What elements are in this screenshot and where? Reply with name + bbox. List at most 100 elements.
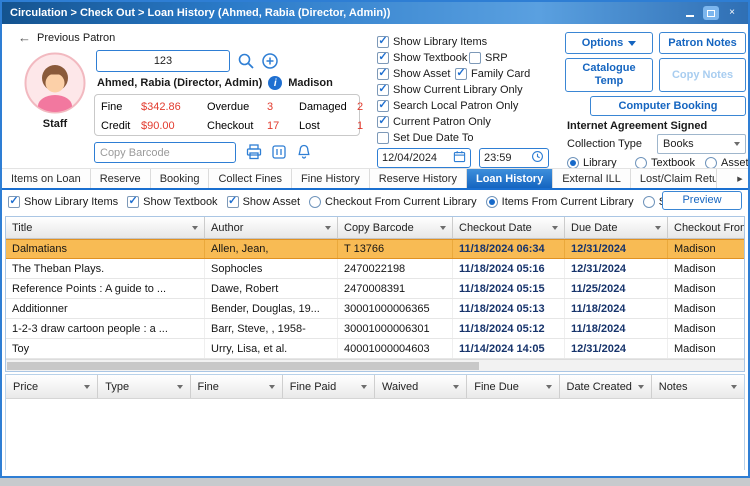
scrollbar-thumb[interactable]: [7, 362, 479, 370]
cell-title: Additionner: [6, 299, 205, 318]
credit-label: Credit: [101, 120, 141, 132]
frame-icon[interactable]: [269, 142, 289, 162]
filter-dropdown-icon[interactable]: [177, 385, 183, 389]
filter-dropdown-icon[interactable]: [269, 385, 275, 389]
radio-icon: [486, 196, 498, 208]
tab-lost-claim-return[interactable]: Lost/Claim Retur: [631, 169, 717, 188]
filter-dropdown-icon[interactable]: [361, 385, 367, 389]
tab-fine-history[interactable]: Fine History: [292, 169, 370, 188]
filter-checkout-from-current-library[interactable]: Checkout From Current Library: [309, 196, 477, 208]
damaged-value: 2: [357, 101, 363, 113]
copy-notes-button[interactable]: Copy Notes: [659, 58, 746, 92]
cell-checkout-from: Madison: [668, 319, 744, 338]
computer-booking-button[interactable]: Computer Booking: [590, 96, 746, 116]
checkbox-family-card[interactable]: ✓ Family Card: [455, 68, 530, 80]
fines-empty-area: [6, 399, 744, 478]
checkbox-label: Show Library Items: [393, 36, 487, 48]
column-header-author[interactable]: Author: [205, 217, 338, 239]
table-row[interactable]: Toy Urry, Lisa, et al. 40001000004603 11…: [6, 339, 744, 359]
sort-icon: [552, 226, 558, 230]
minimize-button[interactable]: [682, 6, 698, 20]
add-patron-icon[interactable]: [260, 51, 280, 71]
column-header-waived[interactable]: Waived: [375, 375, 467, 398]
column-header-date-created[interactable]: Date Created: [560, 375, 652, 398]
column-header-checkout-date[interactable]: Checkout Date: [453, 217, 565, 239]
options-button[interactable]: Options: [565, 32, 653, 54]
tab-external-ill[interactable]: External ILL: [553, 169, 631, 188]
column-header-fine-due[interactable]: Fine Due: [467, 375, 559, 398]
table-row[interactable]: Additionner Bender, Douglas, 19... 30001…: [6, 299, 744, 319]
filter-items-from-current-library[interactable]: Items From Current Library: [486, 196, 634, 208]
checkbox-icon: ✓: [227, 196, 239, 208]
filter-show-textbook[interactable]: ✓ Show Textbook: [127, 196, 217, 208]
collection-type-select[interactable]: Books: [657, 134, 746, 154]
column-header-price[interactable]: Price: [6, 375, 98, 398]
checkbox-icon: ✓: [455, 68, 467, 80]
back-arrow-icon: ←: [18, 30, 31, 45]
column-header-notes[interactable]: Notes: [652, 375, 744, 398]
cell-due-date: 11/25/2024: [565, 279, 668, 298]
print-icon[interactable]: [244, 142, 264, 162]
previous-patron-link[interactable]: ← Previous Patron: [18, 30, 115, 45]
checkbox-label: Search Local Patron Only: [393, 100, 518, 112]
table-row[interactable]: Dalmatians Allen, Jean, T 13766 11/18/20…: [6, 239, 744, 259]
column-header-copy-barcode[interactable]: Copy Barcode: [338, 217, 453, 239]
sort-icon: [440, 226, 446, 230]
tab-booking[interactable]: Booking: [151, 169, 210, 188]
checkbox-show-asset[interactable]: ✓ Show Asset: [377, 68, 450, 80]
column-header-due-date[interactable]: Due Date: [565, 217, 668, 239]
column-header-fine-paid[interactable]: Fine Paid: [283, 375, 375, 398]
due-time-field[interactable]: 23:59: [479, 148, 549, 168]
cell-due-date: 12/31/2024: [565, 259, 668, 278]
filter-show-library-items[interactable]: ✓ Show Library Items: [8, 196, 118, 208]
checkbox-set-due-date-to[interactable]: Set Due Date To: [377, 132, 474, 144]
checkbox-show-library-items[interactable]: ✓ Show Library Items: [377, 36, 487, 48]
checkbox-label: Current Patron Only: [393, 116, 491, 128]
filter-dropdown-icon[interactable]: [731, 385, 737, 389]
search-icon[interactable]: [236, 51, 256, 71]
column-header-fine[interactable]: Fine: [191, 375, 283, 398]
checkbox-show-textbook[interactable]: ✓ Show Textbook: [377, 52, 467, 64]
checkbox-label: Family Card: [471, 68, 530, 80]
tab-collect-fines[interactable]: Collect Fines: [209, 169, 292, 188]
chevron-down-icon: [628, 41, 636, 46]
table-row[interactable]: 1-2-3 draw cartoon people : a ... Barr, …: [6, 319, 744, 339]
patron-branch: Madison: [288, 77, 333, 89]
due-date-field[interactable]: 12/04/2024: [377, 148, 471, 168]
checkbox-current-patron-only[interactable]: ✓ Current Patron Only: [377, 116, 491, 128]
table-row[interactable]: Reference Points : A guide to ... Dawe, …: [6, 279, 744, 299]
copy-barcode-input[interactable]: [94, 142, 236, 163]
patron-notes-button[interactable]: Patron Notes: [659, 32, 746, 54]
filter-dropdown-icon[interactable]: [84, 385, 90, 389]
tab-loan-history[interactable]: Loan History: [467, 169, 553, 188]
column-header-title[interactable]: Title: [6, 217, 205, 239]
bell-icon[interactable]: [294, 142, 314, 162]
tab-scroll-right-icon[interactable]: ▶: [732, 169, 748, 188]
tab-items-on-loan[interactable]: Items on Loan: [2, 169, 91, 188]
checkbox-srp[interactable]: SRP: [469, 52, 508, 64]
filter-dropdown-icon[interactable]: [453, 385, 459, 389]
cell-checkout-from: Madison: [668, 259, 744, 278]
checkbox-search-local-patron-only[interactable]: ✓ Search Local Patron Only: [377, 100, 518, 112]
column-header-checkout-from[interactable]: Checkout From: [668, 217, 744, 239]
filter-dropdown-icon[interactable]: [546, 385, 552, 389]
filter-dropdown-icon[interactable]: [638, 385, 644, 389]
close-button[interactable]: ×: [724, 6, 740, 20]
tab-reserve-history[interactable]: Reserve History: [370, 169, 467, 188]
patron-barcode-input[interactable]: [96, 50, 230, 72]
tab-reserve[interactable]: Reserve: [91, 169, 151, 188]
info-icon[interactable]: i: [268, 76, 282, 90]
checkbox-label: Show Textbook: [143, 196, 217, 208]
preview-button[interactable]: Preview: [662, 191, 742, 210]
table-row[interactable]: The Theban Plays. Sophocles 2470022198 1…: [6, 259, 744, 279]
column-header-type[interactable]: Type: [98, 375, 190, 398]
checkbox-show-current-library-only[interactable]: ✓ Show Current Library Only: [377, 84, 523, 96]
sort-icon: [192, 226, 198, 230]
horizontal-scrollbar[interactable]: [6, 359, 744, 371]
catalogue-temp-button[interactable]: Catalogue Temp: [565, 58, 653, 92]
maximize-button[interactable]: [703, 6, 719, 20]
filter-show-asset[interactable]: ✓ Show Asset: [227, 196, 300, 208]
cell-checkout-date: 11/18/2024 06:34: [453, 240, 565, 258]
checkout-value: 17: [267, 120, 299, 132]
cell-author: Sophocles: [205, 259, 338, 278]
